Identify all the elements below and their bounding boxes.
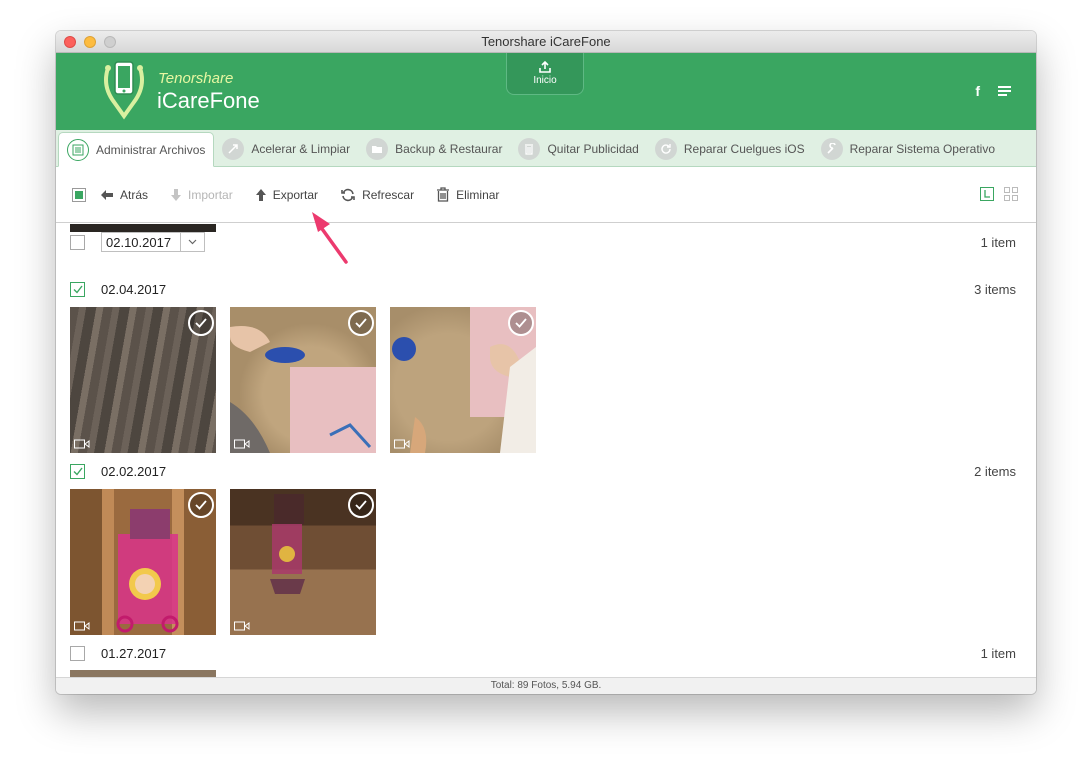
grid-view-icon[interactable]: [1004, 187, 1018, 201]
window-controls: [64, 36, 116, 48]
export-label: Exportar: [272, 187, 319, 202]
group-item-count: 3 items: [974, 281, 1016, 297]
arrow-left-icon: [101, 189, 113, 200]
view-toggle: [980, 187, 1018, 201]
title-bar: Tenorshare iCareFone: [56, 31, 1036, 53]
photo-thumbnail[interactable]: [230, 307, 376, 453]
brand-subtitle: Tenorshare: [158, 70, 234, 87]
toolbar: Atrás Importar Exportar Refrescar Elimin…: [56, 167, 1036, 223]
video-icon: [394, 439, 410, 449]
home-label: Inicio: [533, 75, 557, 86]
refresh-icon: [654, 138, 677, 160]
selected-check-icon[interactable]: [348, 310, 374, 336]
tab-label: Backup & Restaurar: [395, 142, 503, 156]
tab-acelerar-limpiar[interactable]: Acelerar & Limpiar: [214, 132, 358, 166]
back-label: Atrás: [120, 187, 149, 202]
tab-backup-restaurar[interactable]: Backup & Restaurar: [358, 132, 510, 166]
refresh-icon: [341, 188, 355, 201]
home-button[interactable]: Inicio: [506, 53, 584, 95]
video-icon: [74, 439, 90, 449]
video-icon: [234, 621, 250, 631]
selected-check-icon[interactable]: [188, 310, 214, 336]
group-item-count: 2 items: [974, 463, 1016, 479]
rocket-icon: [222, 138, 245, 160]
chevron-down-icon[interactable]: [180, 233, 204, 251]
delete-label: Eliminar: [456, 187, 500, 202]
date-group-header: 02.04.2017 3 items: [70, 279, 1016, 299]
tab-administrar-archivos[interactable]: Administrar Archivos: [58, 132, 215, 167]
check-icon: [73, 285, 83, 294]
tab-label: Administrar Archivos: [96, 142, 206, 157]
selected-check-icon[interactable]: [348, 492, 374, 518]
facebook-icon[interactable]: f: [975, 83, 980, 99]
group-date: 02.02.2017: [101, 463, 167, 479]
delete-button[interactable]: Eliminar: [436, 187, 499, 202]
close-window-button[interactable]: [64, 36, 76, 48]
check-icon: [73, 467, 83, 476]
group-checkbox[interactable]: [70, 234, 85, 250]
status-bar: Total: 89 Fotos, 5.94 GB.: [56, 677, 1036, 694]
date-picker[interactable]: 02.10.2017: [101, 232, 205, 252]
group-date: 02.04.2017: [101, 281, 167, 297]
photo-list: 02.10.2017 1 item 02.04.2017 3 items 02.…: [56, 224, 1036, 678]
feature-tabs: Administrar Archivos Acelerar & Limpiar …: [56, 130, 1036, 167]
selected-check-icon[interactable]: [508, 310, 534, 336]
icarefone-logo-icon: [104, 61, 144, 120]
refresh-label: Refrescar: [362, 187, 415, 202]
arrow-down-icon: [171, 188, 182, 201]
status-total: Total: 89 Fotos, 5.94 GB.: [490, 680, 602, 691]
photo-thumbnail[interactable]: [70, 489, 216, 635]
group-checkbox[interactable]: [70, 463, 85, 479]
brand-title: iCareFone: [157, 88, 260, 113]
tab-label: Acelerar & Limpiar: [251, 142, 351, 156]
timeline-view-icon[interactable]: [980, 187, 994, 201]
app-window: Tenorshare iCareFone Tenorshare iCareFon…: [56, 31, 1036, 694]
tab-label: Reparar Cuelgues iOS: [683, 142, 805, 156]
file-manager-icon: [67, 138, 89, 161]
group-checkbox[interactable]: [70, 281, 85, 297]
home-return-icon: [539, 60, 551, 73]
folder-icon: [366, 138, 389, 160]
group-date: 01.27.2017: [101, 645, 167, 661]
tab-label: Quitar Publicidad: [547, 142, 639, 156]
import-button[interactable]: Importar: [170, 188, 233, 202]
group-checkbox[interactable]: [70, 645, 85, 661]
window-title: Tenorshare iCareFone: [481, 34, 611, 49]
video-icon: [74, 621, 90, 631]
date-picker-value: 02.10.2017: [106, 234, 172, 250]
zoom-window-button[interactable]: [104, 36, 116, 48]
tab-label: Reparar Sistema Operativo: [849, 142, 995, 156]
tab-reparar-cuelgues[interactable]: Reparar Cuelgues iOS: [647, 132, 813, 166]
trash-icon: [518, 138, 541, 160]
date-group-header: 02.02.2017 2 items: [70, 461, 1016, 481]
arrow-up-icon: [255, 188, 266, 201]
header-actions: f: [975, 83, 1012, 99]
tab-quitar-publicidad[interactable]: Quitar Publicidad: [510, 132, 646, 166]
minimize-window-button[interactable]: [84, 36, 96, 48]
tab-reparar-sistema[interactable]: Reparar Sistema Operativo: [813, 132, 1003, 166]
refresh-button[interactable]: Refrescar: [340, 188, 414, 202]
photo-thumbnail[interactable]: [390, 307, 536, 453]
group-item-count: 1 item: [980, 234, 1016, 250]
trash-icon: [437, 187, 450, 202]
date-group-header: 02.10.2017 1 item: [70, 232, 1016, 252]
photo-thumbnail[interactable]: [70, 307, 216, 453]
video-icon: [234, 439, 250, 449]
menu-icon[interactable]: [998, 85, 1012, 97]
date-group-header: 01.27.2017 1 item: [70, 643, 1016, 663]
back-button[interactable]: Atrás: [100, 188, 148, 202]
annotation-arrow-icon: [312, 212, 348, 264]
export-button[interactable]: Exportar: [255, 188, 318, 202]
photo-thumbnail-partial[interactable]: [70, 224, 216, 232]
group-item-count: 1 item: [980, 645, 1016, 661]
select-all-checkbox[interactable]: [72, 187, 86, 202]
photo-thumbnail[interactable]: [230, 489, 376, 635]
app-header: Tenorshare iCareFone Inicio f: [56, 53, 1036, 130]
wrench-icon: [820, 138, 843, 160]
selected-check-icon[interactable]: [188, 492, 214, 518]
import-label: Importar: [188, 187, 233, 202]
